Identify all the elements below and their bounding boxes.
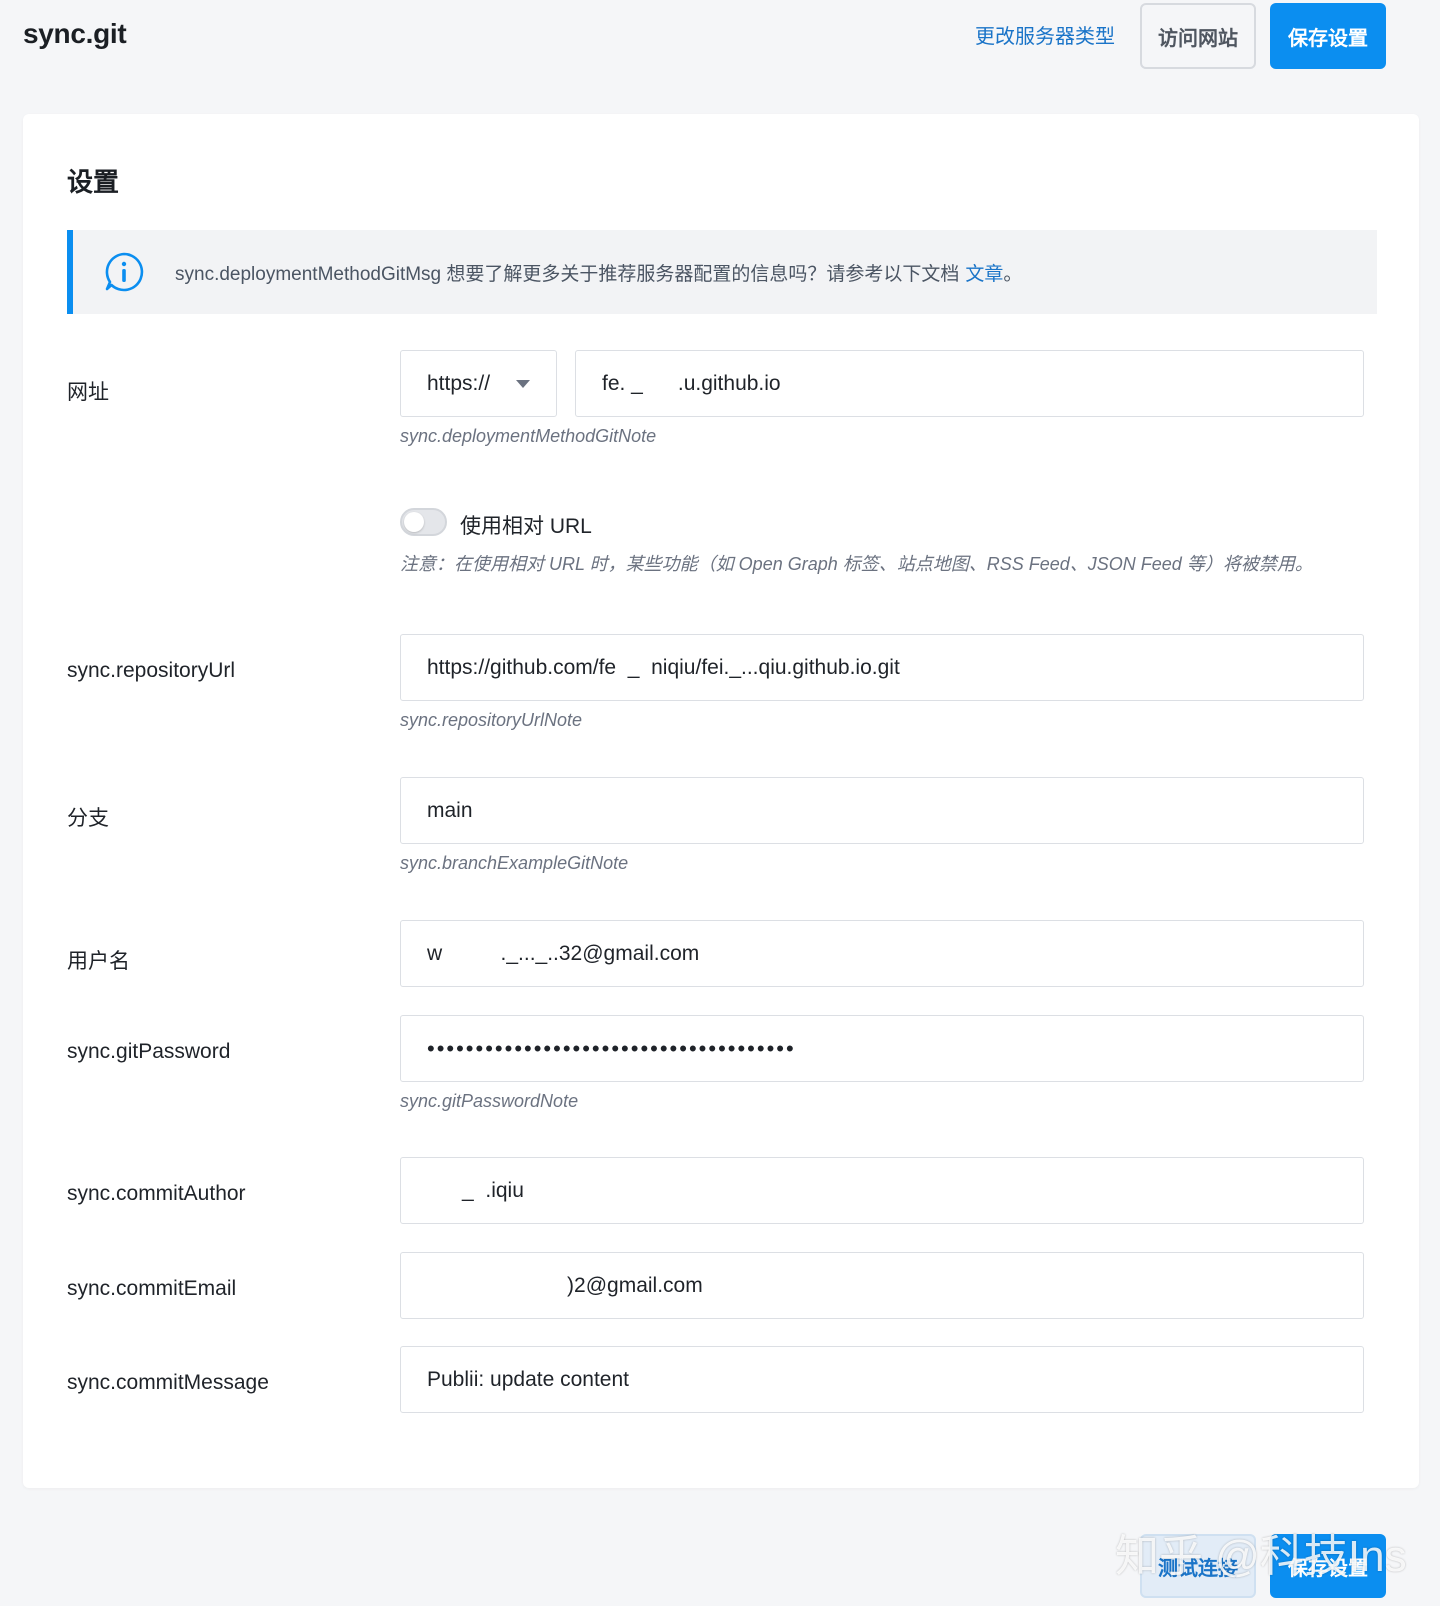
chevron-down-icon	[516, 379, 530, 388]
relative-url-toggle[interactable]	[400, 508, 447, 536]
relative-url-note: 注意：在使用相对 URL 时，某些功能（如 Open Graph 标签、站点地图…	[400, 554, 1313, 574]
commit-author-input[interactable]	[400, 1157, 1364, 1224]
info-icon	[105, 252, 144, 292]
domain-input-field[interactable]	[602, 371, 1363, 396]
notice-text: sync.deploymentMethodGitMsg 想要了解更多关于推荐服务…	[175, 259, 1022, 286]
repository-url-note: sync.repositoryUrlNote	[400, 710, 583, 730]
notice-article-link[interactable]: 文章	[965, 264, 1003, 285]
username-field[interactable]	[427, 941, 1363, 966]
watermark: 知乎 @科技Ins	[1115, 1532, 1407, 1581]
commit-author-label: sync.commitAuthor	[67, 1182, 246, 1205]
password-dots: ••••••••••••••••••••••••••••••••••••••	[427, 1035, 796, 1061]
change-server-type-link[interactable]: 更改服务器类型	[975, 20, 1115, 49]
commit-message-label: sync.commitMessage	[67, 1371, 269, 1394]
git-password-label: sync.gitPassword	[67, 1040, 231, 1063]
save-settings-button[interactable]: 保存设置	[1270, 3, 1386, 69]
info-notice: sync.deploymentMethodGitMsg 想要了解更多关于推荐服务…	[67, 230, 1377, 314]
notice-message: sync.deploymentMethodGitMsg 想要了解更多关于推荐服务…	[175, 263, 960, 285]
relative-url-label: 使用相对 URL	[460, 515, 592, 538]
username-input[interactable]	[400, 920, 1364, 987]
branch-input[interactable]	[400, 777, 1364, 844]
branch-note: sync.branchExampleGitNote	[400, 853, 629, 873]
branch-field[interactable]	[427, 798, 1363, 823]
commit-email-label: sync.commitEmail	[67, 1277, 237, 1300]
commit-email-field[interactable]	[427, 1273, 1363, 1298]
commit-author-field[interactable]	[427, 1178, 1363, 1203]
top-bar: sync.git 更改服务器类型 访问网站 保存设置	[0, 0, 1440, 82]
git-password-input[interactable]: ••••••••••••••••••••••••••••••••••••••	[400, 1015, 1364, 1082]
url-note: sync.deploymentMethodGitNote	[400, 426, 657, 446]
commit-message-field[interactable]	[427, 1367, 1363, 1392]
visit-site-button[interactable]: 访问网站	[1140, 3, 1256, 69]
username-label: 用户名	[67, 950, 130, 973]
toggle-knob	[404, 512, 424, 532]
section-title: 设置	[67, 167, 120, 197]
settings-card: 设置 sync.deploymentMethodGitMsg 想要了解更多关于推…	[23, 114, 1419, 1488]
domain-input[interactable]	[575, 350, 1364, 417]
commit-message-input[interactable]	[400, 1346, 1364, 1413]
repository-url-input[interactable]	[400, 634, 1364, 701]
repository-url-label: sync.repositoryUrl	[67, 659, 236, 682]
page-title: sync.git	[23, 18, 127, 49]
git-password-note: sync.gitPasswordNote	[400, 1091, 579, 1111]
commit-email-input[interactable]	[400, 1252, 1364, 1319]
notice-suffix: 。	[1003, 263, 1023, 285]
repository-url-field[interactable]	[427, 655, 1363, 680]
url-label: 网址	[67, 381, 109, 404]
branch-label: 分支	[67, 807, 109, 830]
protocol-select[interactable]: https://	[400, 350, 557, 417]
protocol-value: https://	[427, 371, 491, 395]
